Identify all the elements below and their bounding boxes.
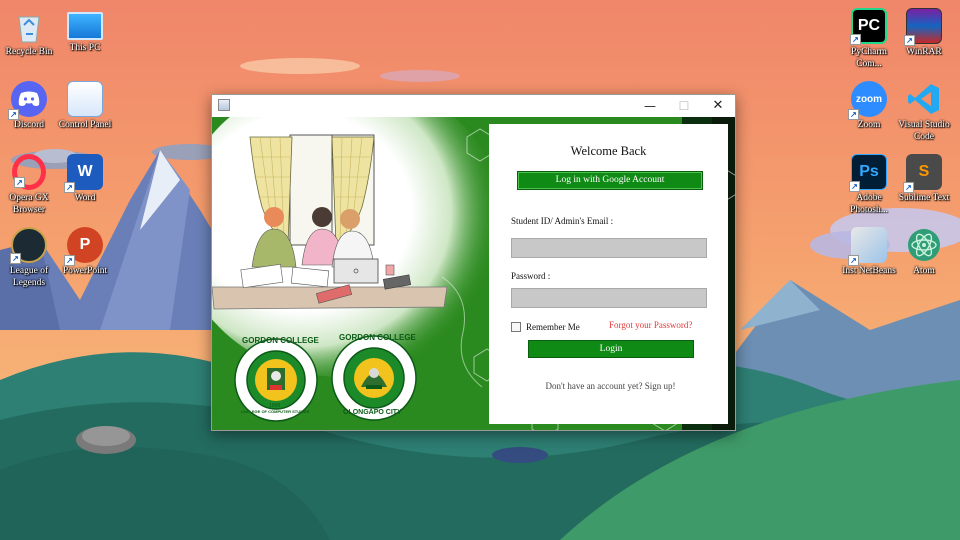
desktop-shortcut-label: PyCharm Com... [851,47,887,69]
shortcut-arrow-icon: ↗ [848,255,859,266]
zoom-icon: zoom ↗ [848,81,887,120]
desktop-shortcut-word[interactable]: W ↗ Word [56,150,114,204]
shortcut-arrow-icon: ↗ [850,34,861,45]
desktop-shortcut-label: Recycle Bin [5,47,53,57]
window-content: GORDON COLLEGE COLLEGE OF COMPUTER STUDI… [212,117,735,430]
remember-me-checkbox[interactable]: Remember Me [511,322,580,332]
shortcut-arrow-icon: ↗ [849,181,860,192]
login-window: — ☐ ✕ GORDON COLLEGE COLLEGE OF COMPUTER… [211,94,736,431]
shortcut-arrow-icon: ↗ [10,253,21,264]
desktop-shortcut-label: League of Legends [9,266,49,288]
signup-link[interactable]: Don't have an account yet? Sign up! [489,381,732,391]
netbeans-icon: ↗ [848,227,887,266]
desktop-shortcut-label: Control Panel [58,120,112,130]
pycharm-icon: PC ↗ [850,8,887,45]
desktop-shortcut-label: Adobe Photosh... [850,193,888,215]
league-of-legends-icon: ↗ [10,227,47,264]
password-field[interactable] [511,288,707,308]
desktop-shortcut-label: Sublime Text [898,193,950,203]
desktop-shortcut-label: Discord [13,120,45,130]
shortcut-arrow-icon: ↗ [64,255,75,266]
java-app-icon [218,99,230,111]
desktop-shortcut-sublime-text[interactable]: S ↗ Sublime Text [895,150,953,204]
shortcut-arrow-icon: ↗ [904,35,915,46]
shortcut-arrow-icon: ↗ [8,109,19,120]
desktop-shortcut-label: WinRAR [906,47,942,57]
welcome-heading: Welcome Back [570,144,647,158]
window-titlebar[interactable]: — ☐ ✕ [212,95,735,117]
desktop-shortcut-powerpoint[interactable]: P ↗ PowerPoint [56,223,114,277]
desktop-shortcut-label: Opera GX Browser [9,193,49,215]
seal-right-bottom-text: OLONGAPO CITY [343,409,402,416]
maximize-button[interactable]: ☐ [667,95,701,117]
desktop-shortcut-winrar[interactable]: ↗ WinRAR [895,4,953,58]
monitor-icon [67,12,103,40]
vscode-icon [906,81,942,117]
atom-icon [906,227,942,263]
seal-right-top-text: GORDON COLLEGE [339,333,416,342]
login-button[interactable]: Login [528,340,694,358]
desktop-shortcut-recycle-bin[interactable]: Recycle Bin [0,4,58,58]
desktop-shortcut-label: Word [74,193,96,203]
discord-icon: ↗ [8,81,47,120]
desktop-shortcut-label: This PC [69,43,101,53]
desktop-shortcut-league-of-legends[interactable]: ↗ League of Legends [0,223,58,289]
minimize-button[interactable]: — [633,95,667,117]
email-field[interactable] [511,238,707,258]
seal-left-year: 1999 [269,403,281,409]
opera-gx-icon: ↗ [12,154,46,190]
winrar-icon: ↗ [904,8,942,46]
photoshop-icon: Ps ↗ [849,154,887,192]
sublime-text-icon: S ↗ [903,154,942,193]
desktop-shortcut-discord[interactable]: ↗ Discord [0,77,58,131]
seal-left-bottom-text: COLLEGE OF COMPUTER STUDIES [241,409,310,414]
desktop-shortcut-label: Zoom [857,120,881,130]
powerpoint-icon: P ↗ [64,227,103,266]
email-label: Student ID/ Admin's Email : [511,216,614,226]
close-button[interactable]: ✕ [701,95,735,117]
desktop-shortcut-label: Visual Studio Code [898,120,950,142]
desktop-shortcut-opera-gx[interactable]: ↗ Opera GX Browser [0,150,58,216]
desktop-shortcut-control-panel[interactable]: Control Panel [56,77,114,131]
shortcut-arrow-icon: ↗ [14,177,25,188]
login-card: Welcome Back Log in with Google Account … [489,124,728,424]
checkbox-box[interactable] [511,322,521,332]
desktop-shortcut-label: Atom [913,266,935,276]
recycle-bin-icon [11,8,47,44]
remember-me-label: Remember Me [526,322,580,332]
forgot-password-link[interactable]: Forgot your Password? [609,320,692,330]
shortcut-arrow-icon: ↗ [848,109,859,120]
desktop-shortcut-photoshop[interactable]: Ps ↗ Adobe Photosh... [840,150,898,216]
desktop-shortcut-label: PowerPoint [62,266,108,276]
desktop-shortcut-label: Inst NetBeans [842,266,896,276]
seal-left-top-text: GORDON COLLEGE [242,336,319,345]
desktop-shortcut-atom[interactable]: Atom [895,223,953,277]
desktop-shortcut-pycharm[interactable]: PC ↗ PyCharm Com... [840,4,898,70]
control-panel-icon [67,81,103,117]
word-icon: W ↗ [64,154,103,193]
desktop-shortcut-vscode[interactable]: Visual Studio Code [895,77,953,143]
desktop-shortcut-monitor[interactable]: This PC [56,4,114,54]
shortcut-arrow-icon: ↗ [903,182,914,193]
shortcut-arrow-icon: ↗ [64,182,75,193]
google-login-button[interactable]: Log in with Google Account [517,171,703,190]
desktop-shortcut-netbeans[interactable]: ↗ Inst NetBeans [840,223,898,277]
desktop-shortcut-zoom[interactable]: zoom ↗ Zoom [840,77,898,131]
password-label: Password : [511,271,551,281]
